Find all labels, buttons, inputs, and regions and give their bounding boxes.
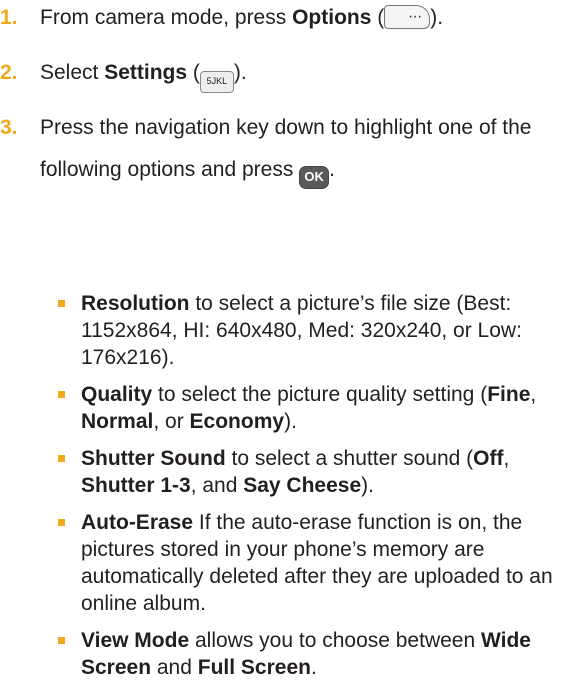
step-text: Select Settings (5JKL).	[40, 57, 580, 93]
bullet-icon	[58, 455, 65, 462]
step-number: 2.	[0, 61, 18, 84]
step-2: 2. Select Settings (5JKL).	[0, 57, 580, 93]
step-number: 1.	[0, 6, 18, 29]
step-number: 3.	[0, 116, 18, 139]
bullet-icon	[58, 300, 65, 307]
bullet-icon	[58, 391, 65, 398]
step-text: From camera mode, press Options (⋯).	[40, 5, 444, 29]
list-item: Quality to select the picture quality se…	[58, 381, 581, 435]
step-1: 1. From camera mode, press Options (⋯).	[0, 2, 580, 34]
bullet-icon	[58, 637, 65, 644]
list-item: View Mode allows you to choose between W…	[58, 627, 581, 681]
settings-label: Settings	[104, 61, 188, 84]
step-3: 3. Press the navigation key down to high…	[0, 112, 580, 189]
list-item: Shutter Sound to select a shutter sound …	[58, 445, 581, 499]
number-5-key-icon: 5JKL	[199, 71, 234, 93]
list-item: Auto-Erase If the auto-erase function is…	[58, 509, 581, 617]
options-list: Resolution to select a picture’s file si…	[58, 290, 581, 691]
instruction-page: 1. From camera mode, press Options (⋯). …	[0, 0, 583, 679]
ok-key-icon: OK	[299, 166, 330, 189]
options-softkey-icon: ⋯	[384, 5, 431, 29]
list-item: Resolution to select a picture’s file si…	[58, 290, 581, 371]
step-text: Press the navigation key down to highlig…	[40, 112, 580, 189]
options-label: Options	[292, 6, 372, 29]
bullet-icon	[58, 519, 65, 526]
